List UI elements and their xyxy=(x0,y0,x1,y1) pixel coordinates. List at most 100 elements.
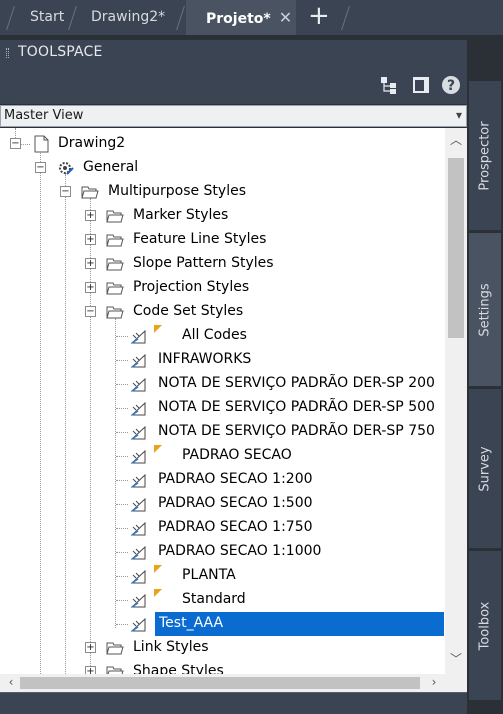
folder-open-icon xyxy=(106,306,124,319)
scroll-left-icon[interactable]: ‹ xyxy=(0,675,22,689)
tree-node-label: Drawing2 xyxy=(58,135,126,151)
tab-prospector-label: Prospector xyxy=(477,120,493,191)
expand-icon[interactable]: + xyxy=(85,666,96,674)
panel-icon[interactable] xyxy=(411,75,431,95)
tree-node-code-set-styles[interactable]: − Code Set Styles xyxy=(0,300,445,324)
code-set-style-icon xyxy=(130,545,146,560)
tree-node-code-set[interactable]: PADRAO SECAO xyxy=(0,444,445,468)
tree-guide-line xyxy=(116,384,128,385)
tree-guide-line xyxy=(116,576,128,577)
drawing-icon xyxy=(34,135,49,153)
toolspace-title: TOOLSPACE xyxy=(18,44,103,60)
chevron-down-icon[interactable]: ▾ xyxy=(456,108,462,122)
tree-node-code-set[interactable]: PADRAO SECAO 1:200 xyxy=(0,468,445,492)
tree-node-code-set[interactable]: NOTA DE SERVIÇO PADRÃO DER-SP 500 xyxy=(0,396,445,420)
expand-icon[interactable]: + xyxy=(85,282,96,293)
tree-node-label: General xyxy=(83,159,139,175)
document-tab-bar: Start Drawing2* Projeto* ✕ + xyxy=(0,0,503,35)
tab-survey[interactable]: Survey xyxy=(469,388,501,548)
tab-prospector[interactable]: Prospector xyxy=(469,80,501,230)
tree-guide-line xyxy=(116,504,128,505)
modified-flag-icon xyxy=(154,325,162,333)
tree-node-code-set[interactable]: NOTA DE SERVIÇO PADRÃO DER-SP 750 xyxy=(0,420,445,444)
expand-icon[interactable]: + xyxy=(85,642,96,653)
expand-icon[interactable]: + xyxy=(85,210,96,221)
tab-start[interactable]: Start xyxy=(30,0,64,35)
scroll-thumb[interactable] xyxy=(448,158,464,338)
tree-node-label: All Codes xyxy=(182,327,247,343)
tree-node-projection-styles[interactable]: + Projection Styles xyxy=(0,276,445,300)
tab-drawing2[interactable]: Drawing2* xyxy=(91,0,165,35)
scroll-right-icon[interactable]: › xyxy=(423,675,445,689)
tree-node-code-set[interactable]: PADRAO SECAO 1:750 xyxy=(0,516,445,540)
tree-view-icon[interactable] xyxy=(379,75,399,95)
tree-node-drawing[interactable]: − Drawing2 xyxy=(0,132,445,156)
toolspace-toolbar: ? xyxy=(0,66,467,104)
tree-node-slope-pattern-styles[interactable]: + Slope Pattern Styles xyxy=(0,252,445,276)
code-set-style-icon xyxy=(130,425,146,440)
tree-node-code-set[interactable]: Standard xyxy=(0,588,445,612)
tree-node-multipurpose-styles[interactable]: − Multipurpose Styles xyxy=(0,180,445,204)
tree-node-code-set[interactable]: INFRAWORKS xyxy=(0,348,445,372)
folder-icon xyxy=(106,282,124,295)
collapse-icon[interactable]: − xyxy=(35,162,46,173)
panel-bottom-bar xyxy=(0,692,467,714)
tree-node-label: Shape Styles xyxy=(133,663,224,674)
tab-projeto-label: Projeto* xyxy=(206,11,271,27)
tree-node-shape-styles[interactable]: + Shape Styles xyxy=(0,660,445,674)
tree-node-code-set[interactable]: PLANTA xyxy=(0,564,445,588)
collapse-icon[interactable]: − xyxy=(85,306,96,317)
collapse-icon[interactable]: − xyxy=(60,186,71,197)
expand-icon[interactable]: + xyxy=(85,258,96,269)
tree-node-label: Test_AAA xyxy=(159,615,224,631)
tab-toolbox[interactable]: Toolbox xyxy=(469,550,501,700)
tree-guide-line xyxy=(116,336,128,337)
tree-node-code-set[interactable]: NOTA DE SERVIÇO PADRÃO DER-SP 200 xyxy=(0,372,445,396)
tree-node-label: Code Set Styles xyxy=(133,303,244,319)
tree-node-label: PADRAO SECAO 1:750 xyxy=(158,519,313,535)
tree-node-link-styles[interactable]: + Link Styles xyxy=(0,636,445,660)
code-set-style-icon xyxy=(130,401,146,416)
scrollbar-corner xyxy=(445,674,467,692)
expand-icon[interactable]: + xyxy=(85,234,96,245)
code-set-style-icon xyxy=(130,329,146,344)
tree-node-code-set[interactable]: PADRAO SECAO 1:500 xyxy=(0,492,445,516)
tree-node-code-set[interactable]: All Codes xyxy=(0,324,445,348)
tree-node-label: Projection Styles xyxy=(133,279,250,295)
tree-node-label: PADRAO SECAO 1:500 xyxy=(158,495,313,511)
settings-tree[interactable]: − Drawing2 − General − Multipurpose Styl… xyxy=(0,128,445,674)
close-icon[interactable]: ✕ xyxy=(279,8,292,27)
tab-separator xyxy=(341,6,350,30)
tree-node-feature-line-styles[interactable]: + Feature Line Styles xyxy=(0,228,445,252)
tree-node-label: NOTA DE SERVIÇO PADRÃO DER-SP 750 xyxy=(158,423,435,439)
tree-node-code-set-selected[interactable]: Test_AAA xyxy=(0,612,445,636)
new-tab-button[interactable]: + xyxy=(308,0,330,35)
scroll-down-icon[interactable]: ﹀ xyxy=(445,650,467,667)
tree-node-label: Slope Pattern Styles xyxy=(133,255,274,271)
help-icon[interactable]: ? xyxy=(441,75,461,95)
tab-settings[interactable]: Settings xyxy=(469,232,501,386)
code-set-style-icon xyxy=(130,617,146,632)
tree-guide-line xyxy=(116,480,128,481)
horizontal-scrollbar[interactable]: ‹ › xyxy=(0,674,445,692)
tree-node-label: NOTA DE SERVIÇO PADRÃO DER-SP 500 xyxy=(158,399,435,415)
tree-guide-line xyxy=(116,432,128,433)
tree-node-general[interactable]: − General xyxy=(0,156,445,180)
view-selector[interactable]: Master View ▾ xyxy=(0,105,467,127)
tab-separator xyxy=(176,6,185,30)
tree-node-code-set[interactable]: PADRAO SECAO 1:1000 xyxy=(0,540,445,564)
tree-node-marker-styles[interactable]: + Marker Styles xyxy=(0,204,445,228)
tab-separator xyxy=(6,6,15,30)
grip-icon[interactable] xyxy=(6,48,9,58)
collapse-icon[interactable]: − xyxy=(10,138,21,149)
gear-icon xyxy=(59,162,74,175)
scroll-thumb[interactable] xyxy=(20,677,420,689)
folder-icon xyxy=(106,258,124,271)
tree-node-label: Marker Styles xyxy=(133,207,229,223)
tree-guide-line xyxy=(116,456,128,457)
tab-projeto[interactable]: Projeto* ✕ xyxy=(186,0,296,35)
toolspace-header[interactable]: TOOLSPACE xyxy=(0,40,467,66)
scroll-up-icon[interactable]: ︿ xyxy=(445,131,467,148)
vertical-scrollbar[interactable]: ︿ ﹀ xyxy=(445,128,467,674)
tree-node-label: Multipurpose Styles xyxy=(108,183,247,199)
